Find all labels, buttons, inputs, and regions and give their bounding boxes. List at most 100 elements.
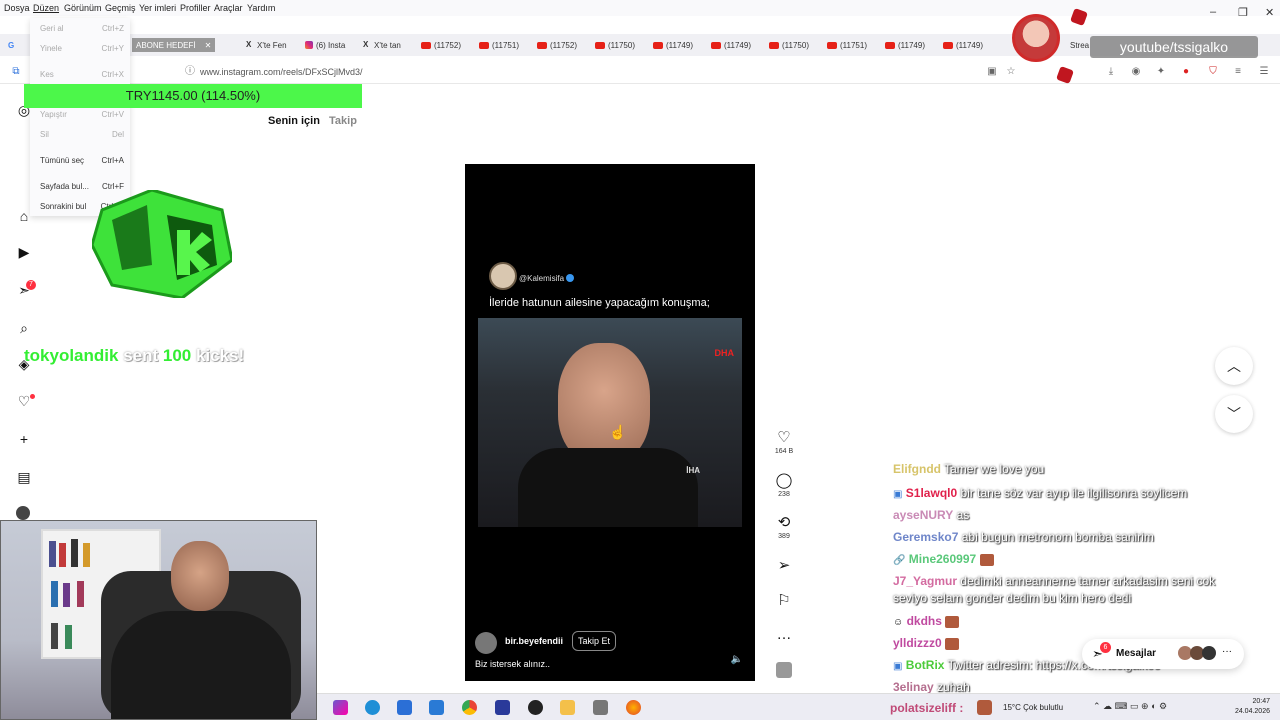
next-reel-button[interactable]: ﹀ xyxy=(1215,395,1253,433)
settings-icon[interactable] xyxy=(593,700,608,715)
sidebar-toggle-icon[interactable]: ⧉ xyxy=(10,66,22,78)
minimize-icon[interactable]: – xyxy=(1210,6,1216,18)
tab-item[interactable]: X X'te Fen xyxy=(246,39,287,51)
like-action[interactable]: ♡ 164 B xyxy=(772,430,796,456)
firefox-icon[interactable] xyxy=(626,700,641,715)
menu-item-label: Sayfada bul... xyxy=(40,182,89,191)
close-icon[interactable]: ✕ xyxy=(205,41,212,50)
menu-help[interactable]: Yardım xyxy=(247,3,275,13)
heart-icon[interactable]: ♡ xyxy=(772,430,796,446)
reel-description: Biz istersek alınız.. xyxy=(475,659,551,669)
edge-icon[interactable] xyxy=(365,700,380,715)
menu-item-select-all[interactable]: Tümünü seç Ctrl+A xyxy=(40,156,124,165)
chat-user: ayseNURY xyxy=(893,508,954,522)
tab-item[interactable]: (11749) xyxy=(711,39,751,51)
comment-icon[interactable]: ◯ xyxy=(772,473,796,489)
share-icon[interactable]: ➢ xyxy=(772,558,796,574)
book xyxy=(65,625,72,649)
reel-author-name[interactable]: bir.beyefendii xyxy=(505,636,563,646)
share-action[interactable]: ➢ xyxy=(772,558,796,574)
url-field[interactable]: www.instagram.com/reels/DFxSCjlMvd3/ xyxy=(200,67,363,77)
tab-item[interactable]: (11751) xyxy=(827,39,867,51)
menu-item-undo[interactable]: Geri al Ctrl+Z xyxy=(40,24,124,33)
shield-icon[interactable]: ⛉ xyxy=(1207,66,1219,78)
search-icon[interactable]: ⌕ xyxy=(16,320,32,336)
menu-item-delete[interactable]: Sil Del xyxy=(40,130,124,139)
app-icon[interactable] xyxy=(495,700,510,715)
menu-item-paste[interactable]: Yapıştır Ctrl+V xyxy=(40,110,124,119)
tab-label: ABONE HEDEFİ xyxy=(136,40,196,50)
tab-abone[interactable]: ABONE HEDEFİ ✕ xyxy=(132,38,216,52)
adblock-icon[interactable]: ● xyxy=(1180,66,1192,78)
menu-icon[interactable]: ≡ xyxy=(1232,66,1244,78)
maximize-icon[interactable]: ❐ xyxy=(1238,6,1248,19)
menu-bookmarks[interactable]: Yer imleri xyxy=(139,3,176,13)
create-icon[interactable]: + xyxy=(16,431,32,447)
reels-icon[interactable]: ▶ xyxy=(16,244,32,260)
chrome-icon[interactable] xyxy=(462,700,477,715)
extensions-icon[interactable]: ✦ xyxy=(1155,66,1167,78)
tab-item[interactable]: (6) Insta xyxy=(305,39,345,51)
tab-item[interactable]: (11752) xyxy=(537,39,577,51)
mail-icon[interactable] xyxy=(429,700,444,715)
store-icon[interactable] xyxy=(397,700,412,715)
screenshot-icon[interactable]: ▣ xyxy=(986,66,998,78)
audio-thumbnail-icon[interactable] xyxy=(776,662,792,678)
youtube-channel-banner: youtube/tssigalko xyxy=(1090,36,1258,58)
comment-action[interactable]: ◯ 238 xyxy=(772,473,796,499)
tab-item[interactable]: (11749) xyxy=(885,39,925,51)
copilot-icon[interactable] xyxy=(333,700,348,715)
menu-view[interactable]: Görünüm xyxy=(64,3,102,13)
obs-icon[interactable] xyxy=(528,700,543,715)
tab-item[interactable]: (11752) xyxy=(421,39,461,51)
site-info-icon[interactable]: ⓘ xyxy=(184,66,196,78)
bookmark-icon[interactable]: ⚐ xyxy=(772,593,796,609)
edit-dropdown-menu: Geri al Ctrl+Z Yinele Ctrl+Y Kes Ctrl+X Yap… xyxy=(30,18,130,216)
tab-item[interactable]: Strea xyxy=(1070,39,1089,51)
tab-for-you[interactable]: Senin için xyxy=(268,115,320,127)
tray-icons[interactable]: ⌃ ☁ ⌨ ▭ ⊕ ◐ ⚙ xyxy=(1093,701,1167,712)
profile-avatar-icon[interactable] xyxy=(16,506,30,520)
reel-player[interactable]: @Kalemisifa İleride hatunun ailesine yap… xyxy=(465,164,755,681)
download-icon[interactable]: ⤓ xyxy=(1105,66,1117,78)
follow-button[interactable]: Takip Et xyxy=(572,631,616,651)
save-action[interactable]: ⚐ xyxy=(772,593,796,609)
audio-action[interactable] xyxy=(772,662,796,678)
more-icon[interactable]: ☰ xyxy=(1258,66,1270,78)
menu-file[interactable]: Dosya xyxy=(4,3,30,13)
menu-bar: Dosya Düzen Görünüm Geçmiş Yer imleri Pr… xyxy=(0,0,1280,19)
dashboard-icon[interactable]: ▤ xyxy=(16,469,32,485)
clock[interactable]: 20:47 24.04.2026 xyxy=(1235,697,1270,717)
tab-item[interactable]: (11749) xyxy=(943,39,983,51)
tab-item[interactable]: (11749) xyxy=(653,39,693,51)
chat-user: ylldizzz0 xyxy=(893,636,942,650)
tab-item[interactable]: (11751) xyxy=(479,39,519,51)
repost-action[interactable]: ⟲ 389 xyxy=(772,515,796,541)
close-icon[interactable]: ✕ xyxy=(1265,6,1274,19)
tab-label: (11750) xyxy=(608,40,635,50)
tab-item[interactable]: (11750) xyxy=(595,39,635,51)
previous-reel-button[interactable]: ︿ xyxy=(1215,347,1253,385)
menu-history[interactable]: Geçmiş xyxy=(105,3,136,13)
tab-google[interactable]: G xyxy=(8,39,14,51)
tab-item[interactable]: X X'te tan xyxy=(363,39,401,51)
weather-widget[interactable]: 15°C Çok bulutlu xyxy=(1003,703,1063,712)
menu-edit[interactable]: Düzen xyxy=(33,3,59,13)
menu-profiles[interactable]: Profiller xyxy=(180,3,211,13)
book xyxy=(59,543,66,567)
tab-item[interactable]: (11750) xyxy=(769,39,809,51)
folder-icon[interactable] xyxy=(560,700,575,715)
menu-item-redo[interactable]: Yinele Ctrl+Y xyxy=(40,44,124,53)
more-options-icon[interactable]: … xyxy=(772,627,796,643)
chat-message: Geremsko7 abi bugun metronom bomba sanir… xyxy=(893,530,1273,544)
repost-icon[interactable]: ⟲ xyxy=(772,515,796,531)
tab-following[interactable]: Takip xyxy=(329,115,357,127)
volume-icon[interactable]: 🔈 xyxy=(731,654,743,665)
reel-author-avatar[interactable] xyxy=(475,632,497,654)
bookmark-star-icon[interactable]: ☆ xyxy=(1005,66,1017,78)
menu-tools[interactable]: Araçlar xyxy=(214,3,243,13)
more-action[interactable]: … xyxy=(772,627,796,643)
menu-item-cut[interactable]: Kes Ctrl+X xyxy=(40,70,124,79)
account-icon[interactable]: ◉ xyxy=(1130,66,1142,78)
messages-button[interactable]: ➣ 6 Mesajlar ··· xyxy=(1082,639,1244,669)
